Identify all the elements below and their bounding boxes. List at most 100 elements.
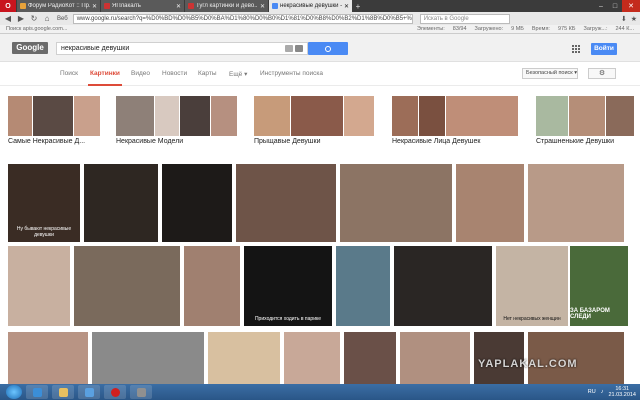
apps-grid-icon[interactable] (572, 45, 580, 53)
tab-news[interactable]: Новости (162, 70, 187, 77)
related-item[interactable]: Некрасивые Модели (116, 96, 237, 148)
window-close-icon[interactable]: ✕ (622, 0, 640, 12)
tab-favicon (20, 3, 26, 9)
start-button[interactable] (6, 385, 22, 399)
taskbar-media-icon[interactable] (78, 385, 100, 399)
back-icon[interactable]: ◀ (3, 14, 13, 24)
related-item[interactable]: Некрасивые Лица Девушек (392, 96, 520, 148)
search-query: некрасивые девушки (61, 45, 130, 52)
result-thumbnail[interactable] (340, 164, 452, 242)
result-thumbnail[interactable] (208, 332, 280, 386)
tab-radiokot[interactable]: Форум РадиоКот :: Пр... ✕ (17, 0, 100, 12)
tab-images[interactable]: Картинки (88, 70, 122, 86)
result-thumbnail[interactable] (528, 164, 624, 242)
close-icon[interactable]: ✕ (90, 3, 97, 10)
tab-search[interactable]: Поиск (60, 70, 78, 77)
related-thumbnails (116, 96, 237, 136)
toolbar-icons: ⬇ ★ (621, 15, 637, 23)
related-label: Страшненькие Девушки (536, 138, 615, 145)
result-thumbnail[interactable] (92, 332, 204, 386)
result-thumbnail[interactable] (74, 246, 180, 326)
reload-icon[interactable]: ↻ (29, 14, 39, 24)
result-thumbnail[interactable] (400, 332, 470, 386)
image-caption: Ну бывают некрасивые девушки (16, 226, 72, 238)
search-tabs: Поиск Картинки Видео Новости Карты Ещё ▾… (0, 62, 640, 86)
close-icon[interactable]: ✕ (258, 3, 265, 10)
related-item[interactable]: Самые Некрасивые Д... (8, 96, 100, 148)
status-speed-label: Время: (531, 26, 550, 32)
tab-favicon (272, 3, 278, 9)
result-thumbnail[interactable] (336, 246, 390, 326)
related-label: Некрасивые Лица Девушек (392, 138, 481, 145)
camera-icon[interactable] (295, 45, 303, 52)
search-icon (325, 45, 331, 52)
tab-search-tools[interactable]: Инструменты поиска (260, 70, 323, 77)
result-thumbnail[interactable]: Приходится ходить в парике (244, 246, 332, 326)
browser-tab-bar: O Форум РадиоКот :: Пр... ✕ ЯПлакалъ ✕ Т… (0, 0, 640, 12)
tab-current[interactable]: некрасивые девушки -... ✕ (269, 0, 352, 12)
result-thumbnail[interactable] (184, 246, 240, 326)
result-thumbnail[interactable]: Ну бывают некрасивые девушки (8, 164, 80, 242)
image-caption: Нет некрасивых женщин (503, 316, 561, 322)
taskbar-app-icon[interactable] (130, 385, 152, 399)
result-thumbnail[interactable] (236, 164, 336, 242)
clock[interactable]: 16:31 21.03.2014 (608, 386, 636, 398)
clock-date: 21.03.2014 (608, 392, 636, 398)
tab-yaplakal[interactable]: ЯПлакалъ ✕ (101, 0, 184, 12)
new-tab-button[interactable]: + (352, 0, 364, 12)
tab-title: Тугл картинки и дево... (196, 3, 258, 9)
related-label: Некрасивые Модели (116, 138, 184, 145)
navigation-bar: ◀ ▶ ↻ ⌂ Веб www.google.ru/search?q=%D0%B… (0, 12, 640, 25)
result-thumbnail[interactable]: ЗА БАЗАРОМ СЛЕДИ (570, 246, 628, 326)
result-thumbnail[interactable]: Нет некрасивых женщин (496, 246, 568, 326)
result-thumbnail[interactable] (456, 164, 524, 242)
related-searches: Самые Некрасивые Д... Некрасивые Модели … (0, 86, 640, 154)
maximize-icon[interactable]: □ (608, 0, 622, 12)
result-thumbnail[interactable] (84, 164, 158, 242)
forward-icon[interactable]: ▶ (16, 14, 26, 24)
result-thumbnail[interactable] (8, 246, 70, 326)
tab-maps[interactable]: Карты (198, 70, 217, 77)
bookmark-icon[interactable]: ★ (631, 15, 637, 23)
browser-search-field[interactable]: Искать в Google (419, 13, 510, 24)
taskbar-folder-icon[interactable] (52, 385, 74, 399)
sign-in-button[interactable]: Войти (591, 43, 617, 55)
home-icon[interactable]: ⌂ (42, 14, 52, 24)
downloads-icon[interactable]: ⬇ (621, 15, 627, 23)
safesearch-dropdown[interactable]: Безопасный поиск ▾ (522, 68, 578, 79)
tab-more[interactable]: Ещё ▾ (229, 70, 247, 78)
language-indicator[interactable]: RU (588, 389, 596, 395)
related-label: Прыщавые Девушки (254, 138, 321, 145)
settings-gear-icon[interactable]: ⚙ (588, 68, 616, 79)
browser-status-bar: Поиск apis.google.com... Элементы: 83/94… (0, 25, 640, 34)
minimize-icon[interactable]: – (594, 0, 608, 12)
image-results-grid: Ну бывают некрасивые девушки Приходится … (0, 154, 640, 386)
result-thumbnail[interactable] (162, 164, 232, 242)
result-thumbnail[interactable] (284, 332, 340, 386)
related-item[interactable]: Страшненькие Девушки (536, 96, 634, 148)
search-input[interactable]: некрасивые девушки (56, 42, 308, 55)
opera-menu-button[interactable]: O (0, 0, 16, 12)
tab-video[interactable]: Видео (131, 70, 150, 77)
taskbar-ie-icon[interactable] (26, 385, 48, 399)
search-button[interactable] (308, 42, 348, 55)
keyboard-icon[interactable] (285, 45, 293, 52)
close-icon[interactable]: ✕ (342, 3, 349, 10)
related-item[interactable]: Прыщавые Девушки (254, 96, 374, 148)
result-thumbnail[interactable] (344, 332, 396, 386)
status-speed-value: 975 КБ (557, 26, 576, 32)
volume-icon[interactable]: ♪ (601, 389, 604, 395)
taskbar-opera-icon[interactable] (104, 385, 126, 399)
tab-title: Форум РадиоКот :: Пр... (28, 3, 90, 9)
status-loaded-label: Загружено: (474, 26, 504, 32)
address-bar[interactable]: www.google.ru/search?q=%D0%BD%D0%B5%D0%B… (72, 13, 413, 24)
close-icon[interactable]: ✕ (174, 3, 181, 10)
tab-google-images[interactable]: Тугл картинки и дево... ✕ (185, 0, 268, 12)
tab-favicon (188, 3, 194, 9)
result-thumbnail[interactable] (394, 246, 492, 326)
google-logo[interactable]: Google (12, 42, 48, 54)
related-thumbnails (254, 96, 374, 136)
tab-title: ЯПлакалъ (112, 3, 141, 9)
result-thumbnail[interactable] (8, 332, 88, 386)
image-caption: Приходится ходить в парике (254, 316, 322, 322)
